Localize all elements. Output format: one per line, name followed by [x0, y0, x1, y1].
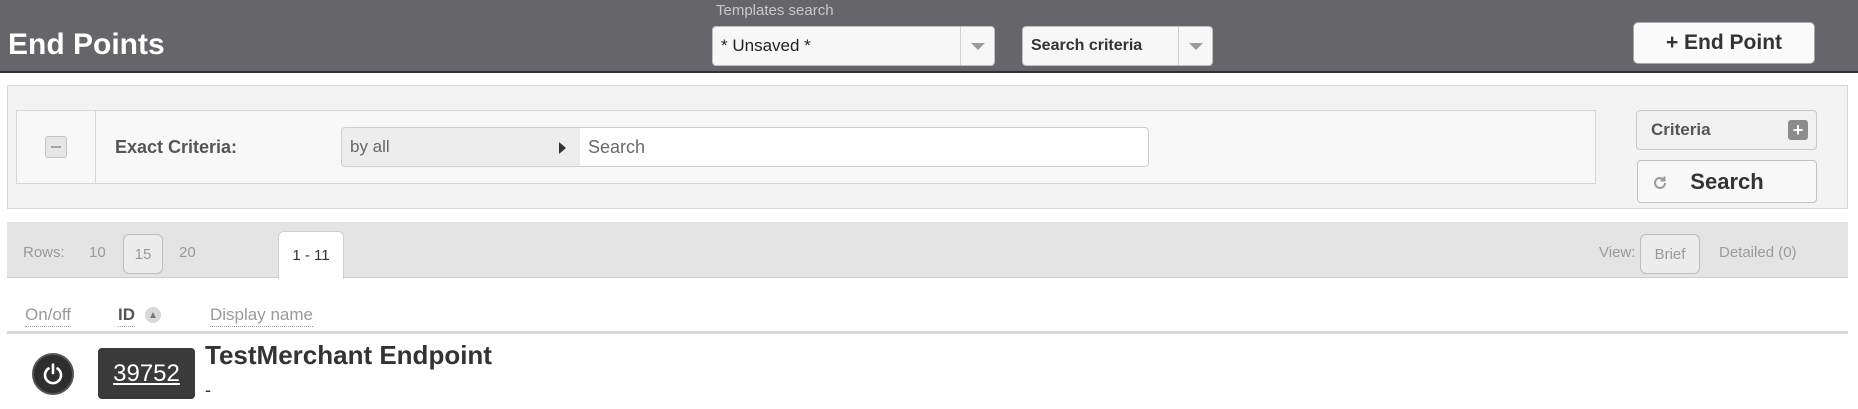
minus-icon [51, 146, 61, 148]
rows-option-20[interactable]: 20 [179, 244, 196, 261]
search-criteria-select[interactable]: Search criteria [1022, 26, 1213, 66]
view-brief-button[interactable]: Brief [1640, 234, 1700, 274]
chevron-down-icon [1188, 42, 1203, 50]
criteria-toggle-cell [17, 111, 96, 183]
search-by-select[interactable]: by all [341, 127, 581, 167]
chevron-right-icon [559, 142, 566, 154]
column-header-id[interactable]: ID [118, 305, 135, 327]
collapse-criteria-button[interactable] [45, 136, 67, 158]
search-input[interactable] [580, 127, 1149, 167]
power-icon [43, 363, 63, 385]
criteria-row: Exact Criteria: by all [16, 110, 1596, 184]
paging-bar: Rows: 10 15 20 1 - 11 View: Brief Detail… [7, 222, 1848, 279]
rows-option-10[interactable]: 10 [89, 244, 106, 261]
page-title: End Points [8, 28, 165, 61]
rows-option-15[interactable]: 15 [123, 234, 163, 274]
view-label: View: [1599, 244, 1636, 261]
search-button-label: Search [1690, 168, 1764, 194]
power-toggle-button[interactable] [32, 353, 74, 395]
sort-ascending-icon[interactable]: ▲ [145, 307, 161, 323]
refresh-icon [1654, 176, 1666, 189]
criteria-button-label: Criteria [1651, 120, 1711, 139]
page-range-tab[interactable]: 1 - 11 [278, 231, 344, 279]
endpoint-id-link[interactable]: 39752 [98, 348, 195, 399]
exact-criteria-label: Exact Criteria: [115, 137, 238, 157]
add-end-point-button[interactable]: + End Point [1633, 22, 1815, 64]
rows-label: Rows: [23, 244, 65, 261]
template-select-value: * Unsaved * [721, 36, 811, 55]
table-header-divider [7, 331, 1848, 334]
column-header-onoff[interactable]: On/off [25, 305, 71, 327]
search-criteria-value: Search criteria [1031, 37, 1143, 54]
plus-icon: + [1788, 120, 1808, 140]
endpoint-subtitle: - [205, 380, 211, 400]
template-dropdown-arrow[interactable] [960, 27, 994, 65]
view-detailed-button[interactable]: Detailed (0) [1719, 244, 1797, 261]
chevron-down-icon [970, 42, 985, 50]
criteria-button[interactable]: Criteria + [1636, 110, 1817, 150]
filter-panel: Exact Criteria: by all Criteria + Search [7, 85, 1848, 209]
criteria-dropdown-arrow[interactable] [1178, 27, 1212, 65]
column-header-display-name[interactable]: Display name [210, 305, 313, 327]
template-select[interactable]: * Unsaved * [712, 26, 995, 66]
templates-search-label: Templates search [716, 2, 834, 19]
endpoint-display-name: TestMerchant Endpoint [205, 340, 492, 370]
search-by-value: by all [350, 137, 390, 156]
top-bar: End Points Templates search * Unsaved * … [0, 0, 1858, 73]
search-button[interactable]: Search [1637, 160, 1817, 203]
